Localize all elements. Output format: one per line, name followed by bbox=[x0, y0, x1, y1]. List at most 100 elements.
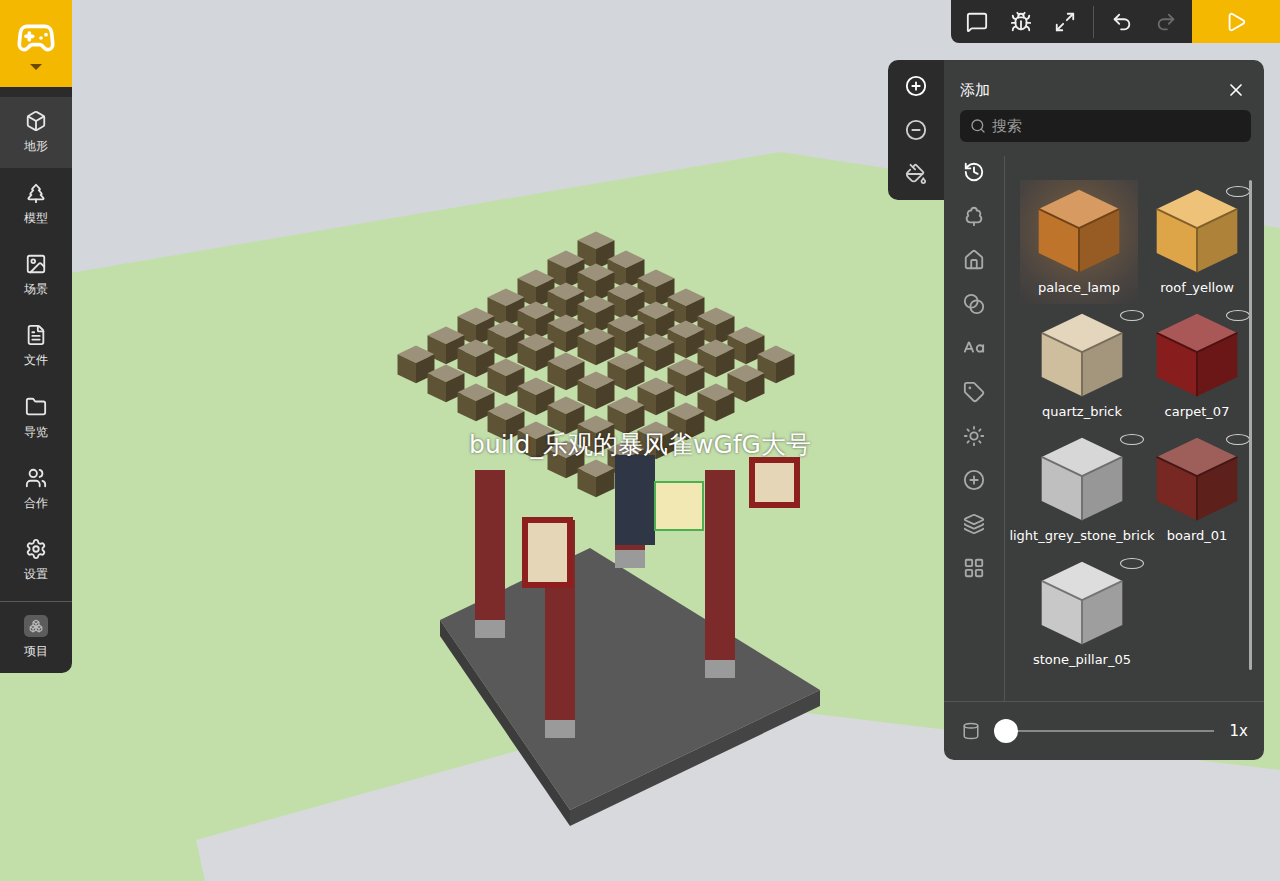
slider[interactable] bbox=[996, 730, 1214, 732]
sidebar-item-icon bbox=[25, 110, 47, 132]
block-icon bbox=[1034, 554, 1130, 650]
base-front bbox=[570, 690, 820, 826]
project-icon bbox=[24, 615, 48, 637]
toolbar-icon bbox=[1111, 11, 1133, 33]
favorite-icon[interactable] bbox=[1120, 310, 1144, 321]
sidebar-item[interactable]: 设置 bbox=[0, 525, 72, 596]
sidebar-item[interactable]: 地形 bbox=[0, 97, 72, 168]
category-button[interactable] bbox=[958, 156, 990, 188]
sidebar-item-icon bbox=[25, 538, 47, 560]
category-icon bbox=[963, 381, 985, 403]
category-button[interactable] bbox=[958, 200, 990, 232]
category-button[interactable] bbox=[958, 464, 990, 496]
category-icon bbox=[963, 337, 985, 359]
logo[interactable] bbox=[0, 0, 72, 87]
toolbar-button[interactable] bbox=[1049, 6, 1081, 38]
held-block bbox=[655, 482, 703, 530]
pillar bbox=[705, 470, 735, 678]
block-tile[interactable]: palace_lamp bbox=[1020, 180, 1138, 304]
ground bbox=[0, 152, 1280, 881]
play-button[interactable] bbox=[1192, 0, 1280, 43]
category-button[interactable] bbox=[958, 332, 990, 364]
toolbar-button[interactable] bbox=[1005, 6, 1037, 38]
category-icon bbox=[963, 425, 985, 447]
mode-icon bbox=[905, 163, 927, 185]
sidebar-item[interactable]: 合作 bbox=[0, 454, 72, 525]
category-button[interactable] bbox=[958, 288, 990, 320]
mode-button[interactable] bbox=[898, 114, 934, 146]
separator bbox=[1093, 6, 1094, 38]
block-tile[interactable]: light_grey_stone_brick bbox=[1020, 428, 1144, 552]
panel-title: 添加 bbox=[960, 81, 990, 100]
slider-reading: 1x bbox=[1230, 722, 1248, 740]
play-icon bbox=[1225, 11, 1247, 33]
add-panel-wrap: 添加搜索 palace_lamproof_yellowquartz_brickca… bbox=[888, 60, 1264, 760]
toolbar-icon bbox=[1010, 11, 1032, 33]
sidebar-item[interactable]: 导览 bbox=[0, 383, 72, 454]
brush-icon bbox=[962, 722, 980, 740]
mode-column bbox=[888, 60, 944, 200]
block-icon bbox=[1149, 306, 1245, 402]
toolbar-icon bbox=[1155, 11, 1177, 33]
toolbar-button[interactable] bbox=[1106, 6, 1138, 38]
sidebar-item-icon bbox=[25, 182, 47, 204]
block-icon bbox=[1031, 182, 1127, 278]
block-icon bbox=[1034, 306, 1130, 402]
category-icon bbox=[963, 249, 985, 271]
block-icon bbox=[1149, 182, 1245, 278]
separator bbox=[0, 601, 72, 602]
sidebar-item-icon bbox=[25, 396, 47, 418]
close-button[interactable] bbox=[1226, 80, 1246, 100]
sidebar-item[interactable]: 文件 bbox=[0, 311, 72, 382]
favorite-icon[interactable] bbox=[1120, 558, 1144, 569]
block-tile[interactable]: quartz_brick bbox=[1020, 304, 1144, 428]
category-button[interactable] bbox=[958, 244, 990, 276]
category-icon bbox=[963, 557, 985, 579]
search-field[interactable]: 搜索 bbox=[960, 110, 1251, 142]
mode-button[interactable] bbox=[898, 70, 934, 102]
favorite-icon[interactable] bbox=[1120, 434, 1144, 445]
category-column bbox=[944, 156, 1005, 701]
slider-thumb[interactable] bbox=[994, 719, 1018, 743]
category-icon bbox=[963, 469, 985, 491]
favorite-icon[interactable] bbox=[1226, 310, 1250, 321]
category-button[interactable] bbox=[958, 508, 990, 540]
arrow-icon bbox=[30, 64, 42, 70]
gamepad-icon bbox=[16, 18, 56, 58]
favorite-icon[interactable] bbox=[1226, 434, 1250, 445]
block-icon bbox=[1034, 430, 1130, 526]
sidebar-item-icon bbox=[25, 467, 47, 489]
mode-icon bbox=[905, 75, 927, 97]
category-icon bbox=[963, 161, 985, 183]
block-tile[interactable]: roof_yellow bbox=[1144, 180, 1250, 304]
editor: build_乐观的暴风雀wGfG大号 地形模型场景文件导览合作设置项目 添加搜索 pa… bbox=[0, 0, 1280, 881]
category-button[interactable] bbox=[958, 552, 990, 584]
player bbox=[615, 455, 655, 545]
category-button[interactable] bbox=[958, 420, 990, 452]
scrollbar[interactable] bbox=[1249, 180, 1252, 670]
sidebar: 地形模型场景文件导览合作设置项目 bbox=[0, 0, 72, 673]
category-icon bbox=[963, 293, 985, 315]
category-button[interactable] bbox=[958, 376, 990, 408]
favorite-icon[interactable] bbox=[1226, 186, 1250, 197]
lantern bbox=[752, 460, 797, 505]
brush-size: 1x bbox=[944, 701, 1264, 760]
block-tile[interactable]: board_01 bbox=[1144, 428, 1250, 552]
block-tile[interactable]: carpet_07 bbox=[1144, 304, 1250, 428]
block-grid: palace_lamproof_yellowquartz_brickcarpet… bbox=[1005, 156, 1264, 701]
block-icon bbox=[1149, 430, 1245, 526]
category-icon bbox=[963, 513, 985, 535]
close-icon bbox=[1226, 80, 1246, 100]
toolbar bbox=[951, 0, 1280, 43]
block-tile[interactable]: stone_pillar_05 bbox=[1020, 552, 1144, 676]
toolbar-button[interactable] bbox=[961, 6, 993, 38]
player-name: build_乐观的暴风雀wGfG大号 bbox=[440, 428, 840, 461]
pillar bbox=[475, 470, 505, 638]
category-icon bbox=[963, 205, 985, 227]
mode-button[interactable] bbox=[898, 158, 934, 190]
toolbar-button[interactable] bbox=[1150, 6, 1182, 38]
lantern bbox=[525, 520, 570, 585]
sidebar-item[interactable]: 模型 bbox=[0, 168, 72, 239]
project-item[interactable]: 项目 bbox=[0, 602, 72, 673]
sidebar-item[interactable]: 场景 bbox=[0, 240, 72, 311]
